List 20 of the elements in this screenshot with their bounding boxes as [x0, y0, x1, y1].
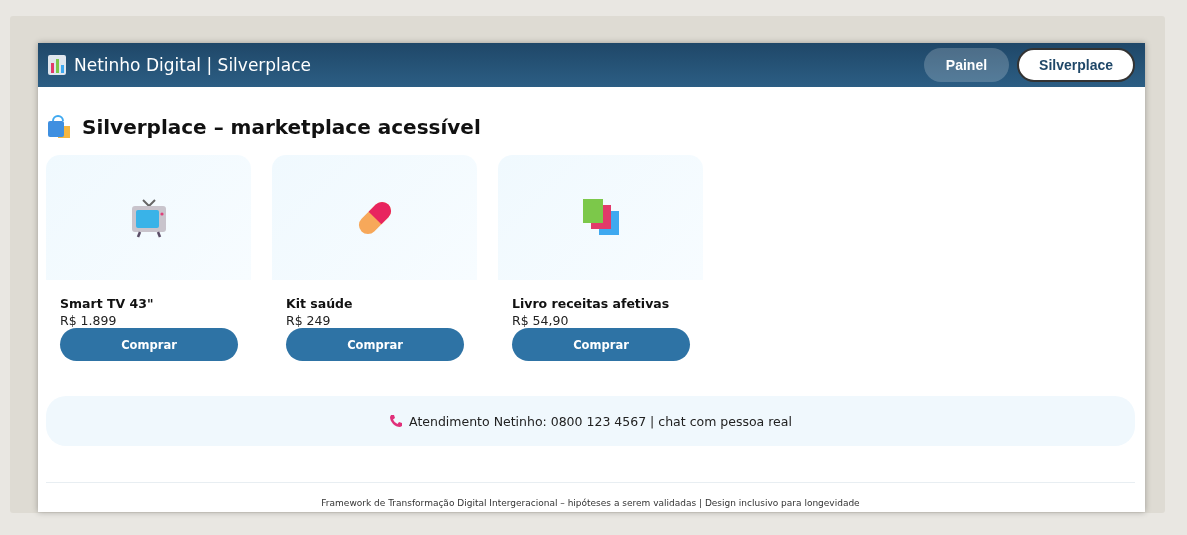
footer-text: Framework de Transformação Digital Intergeracional – hipóteses a serem validadas | Design inclusivo para longevidade [321, 498, 860, 508]
books-icon [580, 198, 621, 237]
product-name: Livro receitas afetivas [512, 296, 671, 311]
app-title: Netinho Digital | Silverplace [74, 55, 313, 75]
bar-chart-icon [48, 55, 66, 75]
support-text: Atendimento Netinho: 0800 123 4567 | chat com pessoa real [409, 413, 792, 429]
buy-button[interactable]: Comprar [286, 328, 464, 361]
page-title: Silverplace – marketplace acessível [82, 115, 481, 139]
phone-icon [389, 414, 404, 428]
buy-button[interactable]: Comprar [60, 328, 238, 361]
television-icon [129, 197, 168, 238]
shopping-bag-icon [46, 115, 72, 139]
buy-button[interactable]: Comprar [512, 328, 690, 361]
product-name: Kit saúde [286, 296, 354, 311]
product-price: R$ 249 [286, 313, 332, 328]
product-price: R$ 1.899 [60, 313, 118, 328]
nav-tab[interactable]: Painel [923, 48, 1010, 82]
nav-tab[interactable]: Silverplace [1017, 48, 1135, 82]
product-name: Smart TV 43" [60, 296, 155, 311]
product-price: R$ 54,90 [512, 313, 570, 328]
